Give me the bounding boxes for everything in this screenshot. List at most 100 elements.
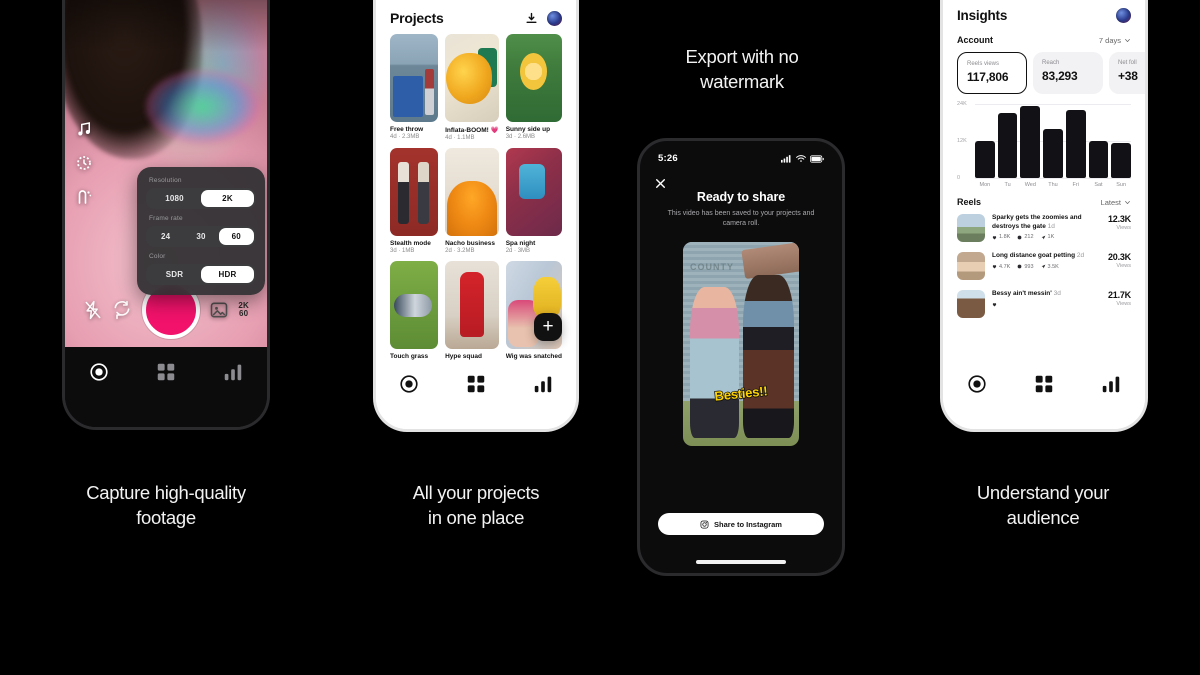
project-card[interactable]: Sunny side up 3d · 2.6MB [505,34,562,141]
chart-bar[interactable] [975,141,995,178]
reel-age: 2d [1076,252,1085,259]
reel-title: Bessy ain't messin' 3d [992,290,1101,299]
project-thumbnail[interactable] [445,261,499,349]
project-card[interactable]: Free throw 4d · 2.3MB [390,34,439,141]
insights-tab-icon[interactable] [1100,373,1122,395]
chart-bar[interactable] [1020,105,1041,178]
project-name: Wig was snatched [505,353,562,360]
framerate-option-60[interactable]: 60 [218,228,254,245]
reel-thumbnail[interactable] [957,214,985,242]
reels-sort-selector[interactable]: Latest [1101,198,1131,207]
profile-avatar[interactable] [547,10,562,26]
project-card[interactable]: Nacho business 2d · 3.2MB [445,148,499,254]
chart-bars [975,104,1132,178]
project-thumbnail[interactable] [390,34,439,122]
projects-tab-icon[interactable] [155,361,177,383]
project-card[interactable]: Touch grass [390,261,439,361]
music-icon[interactable] [75,120,93,138]
reels-sort-label: Latest [1100,197,1121,207]
projects-caption: All your projects in one place [412,482,540,528]
flash-off-icon[interactable] [83,300,103,320]
chart-bar[interactable] [1088,141,1109,178]
page-title: Insights [957,8,1008,23]
chart-bar[interactable] [1111,142,1132,178]
reel-row[interactable]: Bessy ain't messin' 3d 21.7K Views [957,285,1131,323]
gallery-icon[interactable] [209,300,229,320]
new-project-button[interactable]: + [534,313,562,341]
wifi-icon [796,155,806,162]
reel-likes: 4.7K [992,264,1010,270]
effects-icon[interactable] [75,188,93,206]
timer-icon[interactable] [75,154,93,172]
share-to-instagram-button[interactable]: Share to Instagram [658,513,824,535]
comment-icon [1017,264,1022,269]
profile-avatar[interactable] [1116,8,1131,23]
chart-bar[interactable] [1065,110,1086,178]
project-card[interactable]: Inflata-BOOM! 💗 4d · 1.1MB [445,34,499,141]
resolution-option-1080[interactable]: 1080 [148,190,201,207]
camera-settings-popover[interactable]: Resolution 1080 2K Frame rate 24 30 60 C… [137,167,265,295]
framerate-segmented-control[interactable]: 24 30 60 [146,226,256,247]
metric-card-net-followers[interactable]: Net foll +38 [1109,52,1145,94]
camera-screen: Resolution 1080 2K Frame rate 24 30 60 C… [65,0,267,427]
preview-person-right [743,274,795,438]
quality-framerate: 60 [238,309,249,318]
insights-tab-icon[interactable] [222,361,244,383]
camera-phone: Resolution 1080 2K Frame rate 24 30 60 C… [62,0,270,430]
reel-row[interactable]: Long distance goat petting 2d 4.7K 993 3… [957,247,1131,285]
metric-cards: Reels views 117,806 Reach 83,293 Net fol… [943,52,1145,94]
import-icon[interactable] [525,12,538,25]
project-thumbnail[interactable] [445,34,499,122]
camera-tab-icon[interactable] [88,361,110,383]
date-range-selector[interactable]: 7 days [1099,36,1131,45]
close-icon[interactable] [654,177,667,190]
camera-tab-icon[interactable] [398,373,420,395]
chart-bar[interactable] [1043,128,1063,178]
framerate-option-24[interactable]: 24 [148,228,183,245]
color-segmented-control[interactable]: SDR HDR [146,264,256,285]
insights-header: Insights [943,0,1145,29]
projects-tab-icon[interactable] [1033,373,1055,395]
project-card[interactable]: Spa night 2d · 3MB [505,148,562,254]
reels-section-row: Reels Latest [943,188,1145,209]
resolution-option-2k[interactable]: 2K [201,190,254,207]
chart-bar[interactable] [997,113,1018,178]
views-bar-chart: 24K 12K 0 Mon Tu Wed Thu Fri Sat Sun [943,94,1145,188]
reel-row[interactable]: Sparky gets the zoomies and destroys the… [957,209,1131,247]
resolution-segmented-control[interactable]: 1080 2K [146,188,256,209]
metric-card-reach[interactable]: Reach 83,293 [1033,52,1103,94]
chart-x-label: Thu [1048,182,1058,188]
project-thumbnail[interactable] [445,148,499,236]
project-thumbnail[interactable] [390,261,439,349]
reel-thumbnail[interactable] [957,290,985,318]
video-preview[interactable]: COUNTY Besties!! [683,242,799,446]
y-tick-bottom: 0 [957,175,961,181]
metric-card-reels-views[interactable]: Reels views 117,806 [957,52,1027,94]
project-meta: 4d · 2.3MB [390,134,420,140]
reel-thumbnail[interactable] [957,252,985,280]
instagram-icon [700,520,709,528]
project-thumbnail[interactable] [390,148,439,236]
reel-info: Bessy ain't messin' 3d [992,290,1101,307]
insights-tab-icon[interactable] [532,373,554,395]
insights-bottom-nav [943,361,1145,429]
color-label: Color [149,253,166,260]
date-range-label: 7 days [1098,35,1121,45]
chart-x-label: Fri [1072,182,1079,188]
reel-views: 21.7K [1107,290,1131,300]
project-meta: 2d · 3MB [505,248,531,254]
framerate-option-30[interactable]: 30 [183,228,218,245]
color-option-hdr[interactable]: HDR [201,266,254,283]
projects-tab-icon[interactable] [465,373,487,395]
reel-title: Sparky gets the zoomies and destroys the… [992,214,1101,231]
project-card[interactable]: Stealth mode 3d · 1MB [390,148,439,254]
color-option-sdr[interactable]: SDR [148,266,201,283]
project-thumbnail[interactable] [505,148,562,236]
flip-camera-icon[interactable] [112,300,132,320]
camera-tab-icon[interactable] [966,373,988,395]
quality-badge[interactable]: 2K 60 [238,301,249,319]
project-name: Sunny side up [505,126,551,133]
project-card[interactable]: Wig was snatched [505,261,562,361]
project-card[interactable]: Hype squad [445,261,499,361]
project-thumbnail[interactable] [505,34,562,122]
